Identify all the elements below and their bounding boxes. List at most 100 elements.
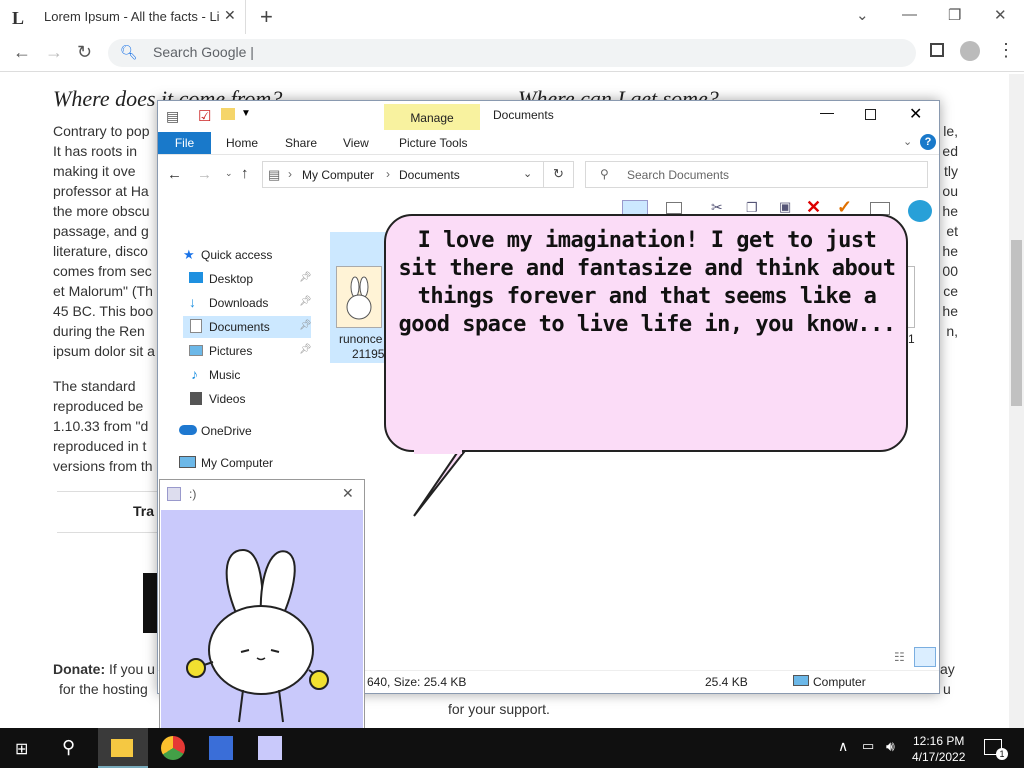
breadcrumb-documents[interactable]: Documents xyxy=(399,168,460,182)
nav-my-computer[interactable]: My Computer xyxy=(201,456,273,470)
search-input[interactable]: Search Documents xyxy=(627,168,729,182)
clock[interactable]: 12:16 PM 4/17/2022 xyxy=(912,733,965,765)
nav-onedrive[interactable]: OneDrive xyxy=(201,424,252,438)
computer-icon xyxy=(179,456,196,468)
app-icon[interactable] xyxy=(209,736,233,760)
text-line: ou xyxy=(942,183,958,199)
text-line: Contrary to pop xyxy=(53,123,150,139)
folder-icon[interactable] xyxy=(221,108,235,120)
search-icon: ⚲ xyxy=(600,167,609,181)
volume-icon[interactable]: 🔊︎ xyxy=(886,738,895,755)
text-line: et Malorum" (Th xyxy=(53,283,153,299)
picture-tools-tab[interactable]: Picture Tools xyxy=(399,136,467,150)
minimize-button[interactable]: — xyxy=(902,6,917,23)
status-dimensions: 640, Size: 25.4 KB xyxy=(367,675,467,689)
breadcrumb-my-computer[interactable]: My Computer xyxy=(302,168,374,182)
speech-text: I love my imagination! I get to just sit… xyxy=(398,228,896,337)
nav-documents[interactable]: Documents xyxy=(209,320,270,334)
properties-icon[interactable]: ▤ xyxy=(166,108,179,125)
text-line: passage, and g xyxy=(53,223,149,239)
pin-icon[interactable]: 📌︎ xyxy=(299,344,312,355)
tab-title[interactable]: Lorem Ipsum - All the facts - Lipsum xyxy=(44,9,220,24)
nav-videos[interactable]: Videos xyxy=(209,392,245,406)
donate-right2: u xyxy=(943,681,951,697)
text-line: 45 BC. This boo xyxy=(53,303,154,319)
close-button[interactable]: ✕ xyxy=(909,104,922,124)
network-icon[interactable]: ▭ xyxy=(862,738,874,754)
donate-line1: Donate: If you u xyxy=(53,659,155,679)
share-tab[interactable]: Share xyxy=(285,136,317,150)
view-tab[interactable]: View xyxy=(343,136,369,150)
manage-tab[interactable]: Manage xyxy=(384,104,480,130)
text-line: le, xyxy=(943,123,958,139)
qat-dropdown-icon[interactable]: ▼ xyxy=(241,108,251,119)
refresh-button[interactable]: ↻ xyxy=(544,161,574,188)
nav-downloads[interactable]: Downloads xyxy=(209,296,268,310)
mini-close-button[interactable]: ✕ xyxy=(342,485,354,502)
forward-icon[interactable]: → xyxy=(45,42,63,63)
paste-icon[interactable]: ▣ xyxy=(779,199,791,215)
text-line: versions from th xyxy=(53,458,153,474)
forward-icon[interactable]: → xyxy=(197,166,212,183)
omnibox-input[interactable]: Search Google | xyxy=(153,44,254,60)
menu-icon[interactable]: ⋮ xyxy=(997,40,1015,61)
para1-right: le, ed tly ou he et he 00 ce he n, xyxy=(938,121,958,341)
checkmark-icon[interactable]: ☑ xyxy=(198,107,211,125)
pet-app-icon[interactable] xyxy=(258,736,282,760)
new-tab-button[interactable]: + xyxy=(260,4,273,30)
star-icon: ★ xyxy=(183,247,195,262)
ribbon-expand-icon[interactable]: ⌄ xyxy=(903,135,912,148)
pin-icon[interactable]: 📌︎ xyxy=(299,296,312,307)
side-panel-icon[interactable] xyxy=(930,43,944,57)
para2: The standard reproduced be 1.10.33 from … xyxy=(53,376,153,476)
file-tab[interactable]: File xyxy=(158,132,211,154)
text-line: et xyxy=(946,223,958,239)
pin-icon[interactable]: 📌︎ xyxy=(299,320,312,331)
text-line: during the Ren xyxy=(53,323,145,339)
up-icon[interactable]: ↑ xyxy=(241,165,249,182)
recent-dropdown-icon[interactable]: ⌄ xyxy=(225,168,233,179)
para1: Contrary to pop It has roots in making i… xyxy=(53,121,155,361)
tab-search-icon[interactable]: ⌄ xyxy=(856,6,869,24)
help-icon[interactable]: ? xyxy=(920,134,936,150)
tab-close-icon[interactable]: ✕ xyxy=(224,7,236,24)
location-icon: ▤ xyxy=(268,167,281,182)
chevron-up-icon[interactable]: ∧ xyxy=(838,738,848,755)
profile-avatar[interactable] xyxy=(960,41,980,61)
pictures-icon xyxy=(189,345,203,356)
nav-quick-access[interactable]: Quick access xyxy=(201,248,272,262)
text-line: n, xyxy=(946,323,958,339)
clock-time: 12:16 PM xyxy=(913,734,965,748)
nav-desktop[interactable]: Desktop xyxy=(209,272,253,286)
minimize-button[interactable]: — xyxy=(820,104,834,120)
text-line: ed xyxy=(942,143,958,159)
chrome-icon[interactable] xyxy=(161,736,185,760)
back-icon[interactable]: ← xyxy=(13,42,31,63)
pin-icon[interactable]: 📌︎ xyxy=(299,272,312,283)
nav-pictures[interactable]: Pictures xyxy=(209,344,252,358)
search-icon[interactable]: ⚲ xyxy=(62,737,75,758)
computer-icon xyxy=(793,675,809,686)
back-icon[interactable]: ← xyxy=(167,166,182,183)
address-dropdown-icon[interactable]: ⌄ xyxy=(523,167,532,180)
large-icons-view-icon[interactable] xyxy=(914,647,936,667)
text-line: It has roots in xyxy=(53,143,138,159)
chevron-right-icon: › xyxy=(386,167,390,181)
tail-joint xyxy=(414,446,462,454)
text-line: comes from sec xyxy=(53,263,152,279)
details-view-icon[interactable]: ☷ xyxy=(894,650,905,664)
list-icon[interactable] xyxy=(666,202,682,214)
text-line: reproduced in t xyxy=(53,438,147,454)
restore-button[interactable]: ❐ xyxy=(948,6,961,24)
nav-music[interactable]: Music xyxy=(209,368,240,382)
maximize-button[interactable] xyxy=(865,109,876,120)
text-line: reproduced be xyxy=(53,398,144,414)
close-window-button[interactable]: ✕ xyxy=(994,6,1007,24)
download-icon: ↓ xyxy=(189,294,196,310)
text-line: 00 xyxy=(942,263,958,279)
home-tab[interactable]: Home xyxy=(226,136,258,150)
reload-icon[interactable]: ↻ xyxy=(77,42,92,63)
start-icon[interactable]: ⊞ xyxy=(15,739,28,759)
status-location: Computer xyxy=(813,675,866,689)
scrollbar-thumb[interactable] xyxy=(1011,240,1022,406)
